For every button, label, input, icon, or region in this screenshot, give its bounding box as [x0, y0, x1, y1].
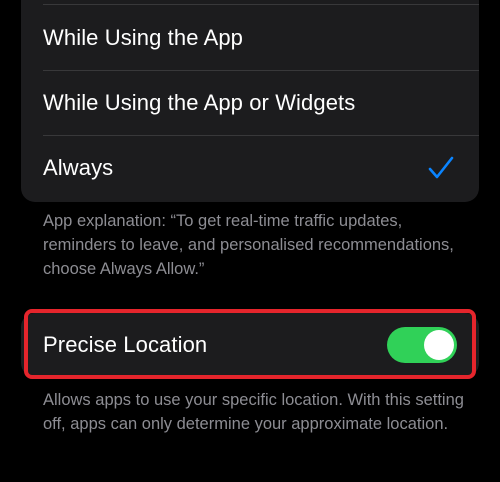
- precise-location-description: Allows apps to use your specific locatio…: [43, 391, 464, 433]
- option-label: While Using the App: [43, 24, 244, 50]
- highlight-box: [24, 309, 476, 379]
- option-label: While Using the App or Widgets: [43, 89, 356, 115]
- option-while-using-app[interactable]: While Using the App: [21, 5, 479, 70]
- app-explanation-text: App explanation: “To get real-time traff…: [43, 212, 454, 278]
- option-while-using-app-or-widgets[interactable]: While Using the App or Widgets: [21, 70, 479, 135]
- checkmark-icon: [428, 156, 454, 179]
- option-label: Always: [43, 154, 114, 180]
- location-options-group: While Using the App While Using the App …: [21, 0, 479, 202]
- option-always[interactable]: Always: [21, 135, 479, 200]
